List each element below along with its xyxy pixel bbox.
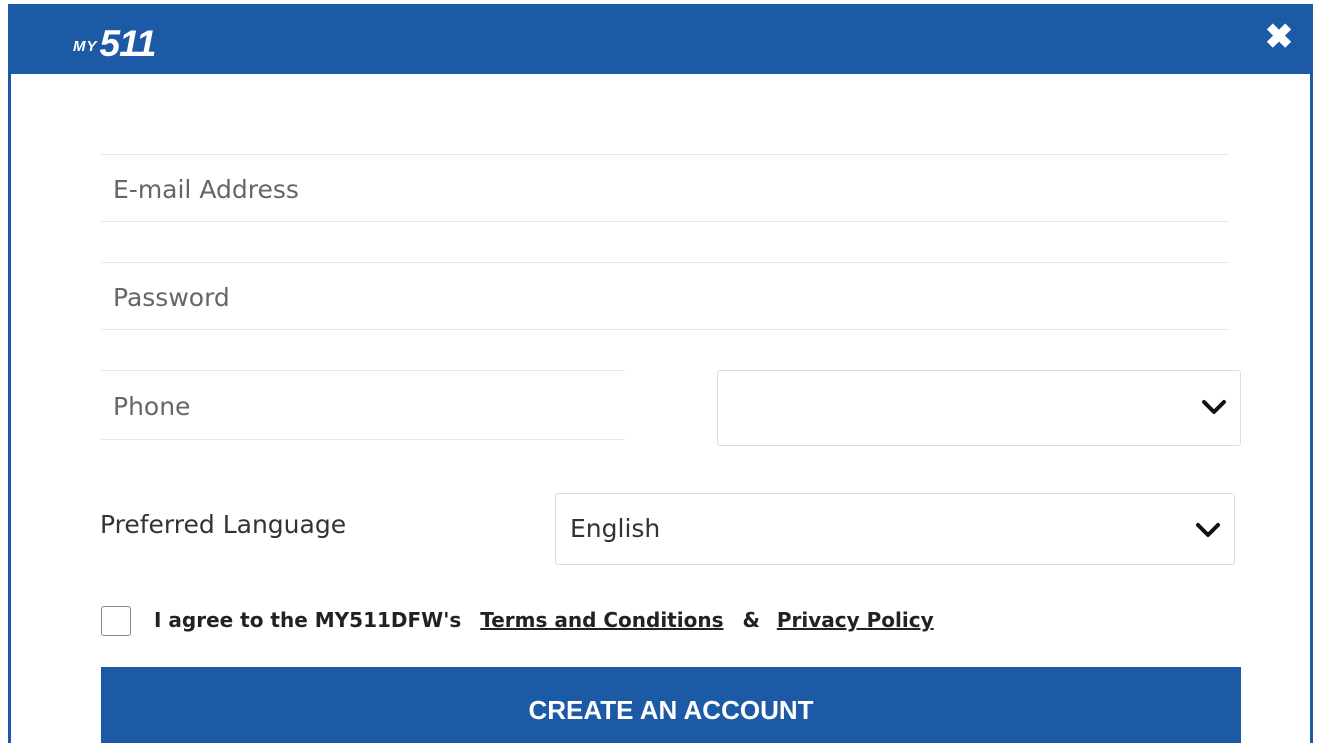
language-select[interactable]: English [555, 493, 1235, 565]
chevron-down-icon [1202, 400, 1226, 414]
agree-checkbox[interactable] [101, 606, 131, 636]
phone-carrier-select[interactable] [717, 370, 1241, 446]
agree-row: I agree to the MY511DFW's Terms and Cond… [154, 608, 934, 632]
password-field[interactable] [101, 262, 1229, 331]
email-field[interactable] [101, 154, 1229, 223]
modal-header: MY 511 ✖ [11, 4, 1310, 74]
password-input[interactable] [111, 263, 1187, 331]
my511-logo: MY 511 [73, 14, 157, 64]
close-icon[interactable]: ✖ [1264, 20, 1294, 54]
logo-number: 511 [99, 23, 157, 64]
create-account-button[interactable]: CREATE AN ACCOUNT [101, 667, 1241, 743]
ampersand: & [742, 608, 760, 632]
create-account-modal: MY 511 ✖ Preferred Language English I ag… [8, 4, 1313, 743]
terms-and-conditions-link[interactable]: Terms and Conditions [480, 608, 723, 632]
chevron-down-icon [1196, 523, 1220, 537]
phone-input[interactable] [111, 371, 613, 441]
logo-prefix: MY [73, 38, 98, 55]
preferred-language-label: Preferred Language [100, 510, 347, 539]
privacy-policy-link[interactable]: Privacy Policy [777, 608, 934, 632]
language-value: English [570, 514, 661, 543]
phone-field[interactable] [101, 370, 625, 441]
email-input[interactable] [111, 155, 1187, 223]
agree-text: I agree to the MY511DFW's [154, 608, 462, 632]
